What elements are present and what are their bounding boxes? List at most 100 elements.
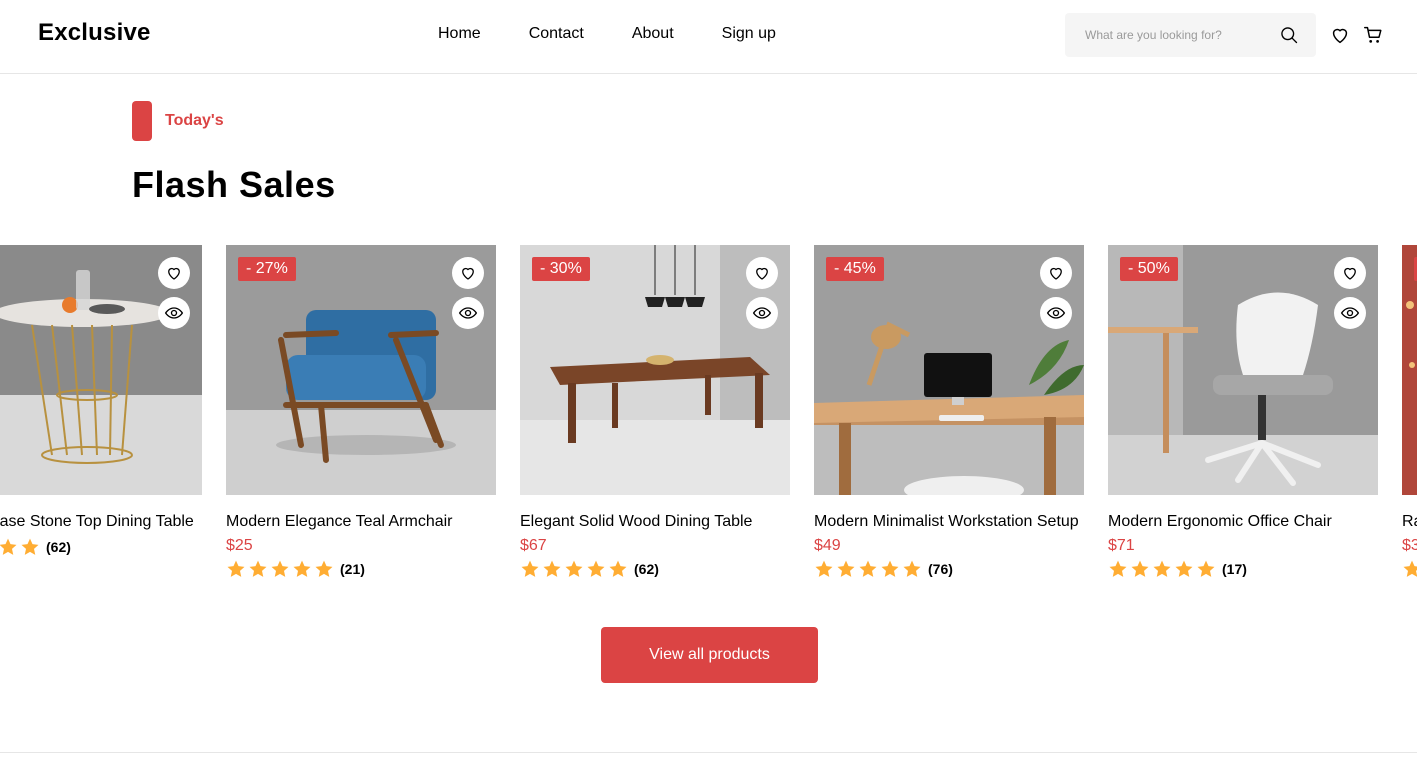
review-count: (62) [634, 561, 659, 577]
product-rating [1402, 559, 1417, 579]
product-name[interactable]: Elegant Solid Wood Dining Table [520, 513, 790, 531]
quick-view-button[interactable] [452, 297, 484, 329]
product-name[interactable]: Modern Minimalist Workstation Setup [814, 513, 1084, 531]
eye-icon [1046, 307, 1066, 319]
heart-icon [1050, 267, 1062, 280]
quick-view-button[interactable] [1040, 297, 1072, 329]
star-icon [1153, 560, 1171, 577]
wishlist-button[interactable] [1334, 257, 1366, 289]
star-icon [609, 560, 627, 577]
product-card[interactable]: - 45% Modern Minimalist Workstation Setu… [814, 245, 1084, 579]
star-icon [521, 560, 539, 577]
star-icon [249, 560, 267, 577]
star-icon [1109, 560, 1127, 577]
wishlist-button[interactable] [1040, 257, 1072, 289]
quick-view-button[interactable] [746, 297, 778, 329]
wishlist-button[interactable] [158, 257, 190, 289]
product-rating: (17) [1108, 559, 1378, 579]
product-rating: (62) [0, 537, 202, 557]
star-icon [21, 538, 39, 555]
product-price: $71 [1108, 537, 1135, 554]
star-icon [1403, 560, 1417, 577]
eye-icon [1340, 307, 1360, 319]
wishlist-button[interactable] [452, 257, 484, 289]
product-price: $3 [1402, 537, 1417, 554]
eye-icon [752, 307, 772, 319]
section-divider [0, 752, 1417, 753]
product-price: $25 [226, 537, 253, 554]
review-count: (17) [1222, 561, 1247, 577]
star-icon [293, 560, 311, 577]
product-image[interactable] [1402, 245, 1417, 495]
product-image[interactable]: - 30% [520, 245, 790, 495]
star-rating [520, 559, 630, 579]
heart-icon [1344, 267, 1356, 280]
logo[interactable]: Exclusive [38, 19, 151, 47]
review-count: (76) [928, 561, 953, 577]
product-card[interactable]: - 30% Elegant Solid Wood Dining Table $6… [520, 245, 790, 579]
search-box [1065, 13, 1316, 57]
search-icon[interactable] [1279, 25, 1299, 45]
quick-view-button[interactable] [158, 297, 190, 329]
heart-icon [462, 267, 474, 280]
search-input[interactable] [1065, 13, 1270, 57]
star-rating [814, 559, 924, 579]
discount-badge: - 30% [532, 257, 590, 281]
product-image[interactable]: - 50% [1108, 245, 1378, 495]
section-title: Flash Sales [132, 164, 336, 205]
product-price: $67 [520, 537, 547, 554]
star-icon [815, 560, 833, 577]
nav-contact[interactable]: Contact [529, 25, 584, 43]
star-rating [1402, 559, 1417, 579]
heart-icon [168, 267, 180, 280]
product-image[interactable]: - 27% [226, 245, 496, 495]
cart-icon[interactable] [1362, 24, 1384, 46]
quick-view-button[interactable] [1334, 297, 1366, 329]
star-rating [226, 559, 336, 579]
product-card[interactable]: - 27% Modern Elegance Teal Armchair $25 … [226, 245, 496, 579]
star-icon [881, 560, 899, 577]
product-price: $49 [814, 537, 841, 554]
star-icon [1197, 560, 1215, 577]
product-name[interactable]: Modern Elegance Teal Armchair [226, 513, 496, 531]
star-icon [903, 560, 921, 577]
discount-badge: - 45% [826, 257, 884, 281]
heart-icon[interactable] [1329, 24, 1351, 46]
product-name[interactable]: Ra [1402, 513, 1417, 531]
star-icon [837, 560, 855, 577]
product-image[interactable] [0, 245, 202, 495]
star-icon [1175, 560, 1193, 577]
main-nav: Home Contact About Sign up [438, 25, 824, 43]
discount-badge: - 50% [1120, 257, 1178, 281]
nav-home[interactable]: Home [438, 25, 481, 43]
discount-badge: - 27% [238, 257, 296, 281]
product-name[interactable]: Modern Ergonomic Office Chair [1108, 513, 1378, 531]
star-icon [1131, 560, 1149, 577]
nav-about[interactable]: About [632, 25, 674, 43]
product-rating: (21) [226, 559, 496, 579]
section-tag: Today's [165, 112, 224, 129]
star-icon [227, 560, 245, 577]
star-icon [543, 560, 561, 577]
nav-sign-up[interactable]: Sign up [722, 25, 776, 43]
product-rating: (76) [814, 559, 1084, 579]
heart-icon [756, 267, 768, 280]
view-all-products-button[interactable]: View all products [601, 627, 818, 683]
top-header: Exclusive Home Contact About Sign up [0, 0, 1417, 74]
eye-icon [458, 307, 478, 319]
product-card[interactable]: Ra $3 [1402, 245, 1417, 579]
star-rating [0, 537, 42, 557]
product-card[interactable]: - 50% Modern Ergonomic Office Chair $71 … [1108, 245, 1378, 579]
star-icon [0, 538, 17, 555]
star-rating [1108, 559, 1218, 579]
wishlist-button[interactable] [746, 257, 778, 289]
section-tag-bar [132, 101, 152, 141]
product-rating: (62) [520, 559, 790, 579]
star-icon [315, 560, 333, 577]
review-count: (21) [340, 561, 365, 577]
star-icon [271, 560, 289, 577]
product-image[interactable]: - 45% [814, 245, 1084, 495]
review-count: (62) [46, 539, 71, 555]
product-name[interactable]: Golden-Base Stone Top Dining Table [0, 513, 202, 531]
product-card[interactable]: Golden-Base Stone Top Dining Table (62) [0, 245, 202, 557]
